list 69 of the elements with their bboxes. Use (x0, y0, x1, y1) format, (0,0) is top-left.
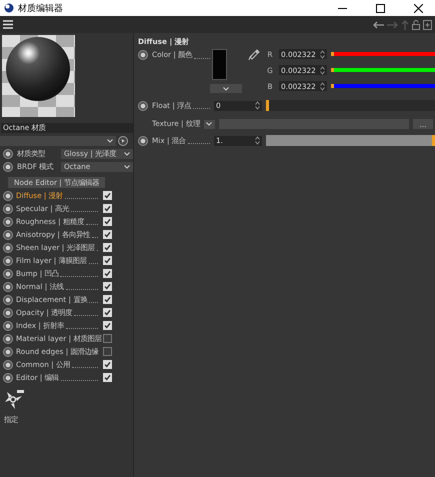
keyframe-dot-icon[interactable] (3, 204, 13, 214)
keyframe-dot-icon[interactable] (3, 256, 13, 266)
close-icon[interactable] (414, 4, 422, 12)
keyframe-dot-icon[interactable] (3, 162, 13, 172)
spinner-arrows-icon[interactable] (255, 101, 260, 110)
checkbox[interactable] (103, 360, 112, 369)
checkbox[interactable] (103, 243, 112, 252)
spinner-arrows-icon[interactable] (320, 50, 325, 58)
keyframe-dot-icon[interactable] (3, 334, 13, 344)
slider-track[interactable] (331, 68, 435, 72)
caret-icon (124, 152, 130, 156)
keyframe-dot-icon[interactable] (3, 372, 13, 382)
slider-track[interactable] (331, 52, 435, 56)
menu-icon[interactable] (3, 20, 13, 29)
checkbox[interactable] (103, 295, 112, 304)
keyframe-dot-icon[interactable] (3, 190, 13, 200)
new-panel-icon[interactable] (423, 20, 432, 30)
maximize-icon[interactable] (376, 4, 384, 12)
checkbox[interactable] (103, 373, 112, 382)
checkbox[interactable] (103, 191, 112, 200)
keyframe-dot-icon[interactable] (3, 230, 13, 240)
slider-thumb[interactable] (331, 68, 334, 72)
pick-cursor-icon[interactable] (118, 136, 128, 146)
slider-thumb[interactable] (432, 135, 435, 146)
checkbox[interactable] (103, 230, 112, 239)
keyframe-dot-icon[interactable] (3, 216, 13, 226)
slider-track[interactable] (331, 84, 435, 88)
dropdown-button[interactable] (204, 120, 215, 128)
window-title: 材质编辑器 (18, 2, 63, 14)
keyframe-dot-icon[interactable] (3, 320, 13, 330)
keyframe-dot-icon[interactable] (138, 136, 148, 146)
dropdown-button[interactable] (210, 84, 242, 93)
eyedropper-icon[interactable] (248, 49, 260, 61)
checkbox[interactable] (103, 321, 112, 330)
slider-thumb[interactable] (331, 84, 334, 88)
caret-icon (206, 122, 212, 126)
keyframe-dot-icon[interactable] (3, 282, 13, 292)
checkbox[interactable] (103, 217, 112, 226)
keyframe-dot-icon[interactable] (3, 242, 13, 252)
checkbox[interactable] (103, 269, 112, 278)
slider-track[interactable] (266, 100, 435, 111)
keyframe-dot-icon[interactable] (138, 50, 148, 60)
checkbox[interactable] (103, 347, 112, 356)
checkbox[interactable] (103, 282, 112, 291)
color-swatch[interactable] (212, 49, 227, 80)
keyframe-dot-icon[interactable] (3, 346, 13, 356)
checkbox[interactable] (103, 256, 112, 265)
caret-icon (124, 164, 130, 168)
back-arrow-icon[interactable] (373, 20, 384, 28)
spinner-arrows-icon[interactable] (320, 66, 325, 74)
keyframe-dot-icon[interactable] (3, 268, 13, 278)
lock-icon[interactable] (412, 20, 420, 30)
slider-thumb[interactable] (331, 52, 334, 56)
slider-track[interactable] (266, 135, 435, 146)
checkbox[interactable] (103, 204, 112, 213)
caret-icon (223, 86, 229, 90)
checkbox[interactable] (103, 334, 112, 343)
spinner-arrows-icon[interactable] (320, 82, 325, 90)
keyframe-dot-icon[interactable] (3, 148, 13, 158)
app-logo-icon (4, 3, 14, 13)
keyframe-dot-icon[interactable] (3, 308, 13, 318)
checkbox[interactable] (103, 308, 112, 317)
keyframe-dot-icon[interactable] (138, 100, 148, 110)
slider-thumb[interactable] (266, 100, 269, 111)
keyframe-dot-icon[interactable] (3, 294, 13, 304)
help-logo-icon[interactable] (4, 390, 24, 409)
spinner-arrows-icon[interactable] (255, 136, 260, 145)
caret-icon (107, 139, 113, 143)
keyframe-dot-icon[interactable] (3, 360, 13, 370)
